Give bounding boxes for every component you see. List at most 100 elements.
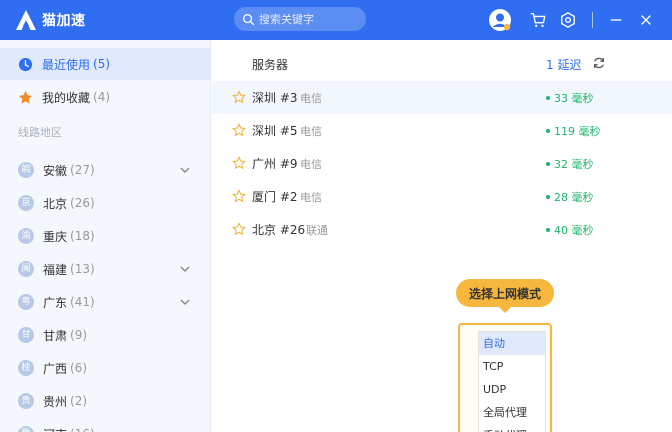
sidebar-item-region[interactable]: 甘甘肃 (9) xyxy=(0,319,210,351)
sidebar-item-region[interactable]: 粤广东 (41) xyxy=(0,286,210,318)
mode-tooltip: 选择上网模式 xyxy=(456,279,554,313)
chevron-down-icon[interactable] xyxy=(178,262,192,276)
sidebar-item-count: (18) xyxy=(70,229,95,243)
minimize-icon xyxy=(610,19,622,21)
sidebar-item-recent[interactable]: 最近使用 (5) xyxy=(0,48,210,80)
chevron-down-icon[interactable] xyxy=(178,427,192,432)
server-row[interactable]: 深圳 #5 电信 119 毫秒 xyxy=(212,114,672,147)
settings-button[interactable] xyxy=(556,8,580,32)
region-section-header: 线路地区 xyxy=(18,126,62,139)
sidebar-item-count: (26) xyxy=(70,196,95,210)
province-badge-icon: 皖 xyxy=(18,162,34,178)
sidebar-item-label: 河南 xyxy=(43,426,67,432)
province-badge-icon: 甘 xyxy=(18,327,34,343)
region-sidebar: 最近使用 (5) 我的收藏 (4) 线路地区 皖安徽 (27) 京北京 (26) 渝重庆… xyxy=(0,40,211,432)
status-dot-icon xyxy=(546,95,550,100)
star-filled-icon xyxy=(18,90,33,105)
sidebar-item-label: 我的收藏 xyxy=(42,90,91,105)
sort-by-latency-button[interactable]: 1 延迟 xyxy=(546,56,581,73)
user-avatar-icon xyxy=(489,9,511,31)
column-header-server: 服务器 xyxy=(252,58,289,72)
sidebar-item-label: 广西 xyxy=(43,361,68,376)
close-button[interactable] xyxy=(634,8,658,32)
mode-option[interactable]: 手动代理 xyxy=(479,424,545,432)
server-isp: 联通 xyxy=(306,223,328,237)
gear-icon xyxy=(561,12,575,28)
minimize-button[interactable] xyxy=(604,8,628,32)
server-name: 北京 #26 xyxy=(252,223,306,237)
sidebar-item-label: 北京 xyxy=(43,196,68,211)
server-latency: 28 毫秒 xyxy=(546,189,594,205)
sidebar-item-label: 福建 xyxy=(43,262,68,277)
province-badge-icon: 粤 xyxy=(18,294,34,310)
chevron-down-icon[interactable] xyxy=(178,295,192,309)
sidebar-item-count: (5) xyxy=(93,57,111,71)
status-dot-icon xyxy=(546,128,550,133)
cart-icon xyxy=(530,13,546,28)
sidebar-item-count: (9) xyxy=(70,328,88,342)
server-row[interactable]: 北京 #26 联通 40 毫秒 xyxy=(212,213,672,246)
server-row[interactable]: 厦门 #2 电信 28 毫秒 xyxy=(212,180,672,213)
server-row[interactable]: 广州 #9 电信 32 毫秒 xyxy=(212,147,672,180)
logo-icon xyxy=(16,10,36,30)
close-icon xyxy=(641,15,651,25)
province-badge-icon: 京 xyxy=(18,195,34,211)
app-logo: 猫加速 xyxy=(14,8,86,32)
sidebar-item-label: 甘肃 xyxy=(43,328,68,343)
sidebar-item-region[interactable]: 京北京 (26) xyxy=(0,187,210,219)
refresh-icon[interactable] xyxy=(592,56,606,70)
star-outline-icon[interactable] xyxy=(232,156,246,170)
search-input[interactable] xyxy=(259,12,359,26)
sidebar-item-region[interactable]: 贵贵州 (2) xyxy=(0,385,210,417)
latency-value: 33 毫秒 xyxy=(554,91,594,105)
chevron-down-icon[interactable] xyxy=(178,163,192,177)
server-latency: 32 毫秒 xyxy=(546,156,594,172)
sidebar-item-favorites[interactable]: 我的收藏 (4) xyxy=(0,81,210,113)
mode-option-list: 自动TCPUDP全局代理手动代理 xyxy=(478,331,546,432)
server-isp: 电信 xyxy=(300,124,322,138)
mode-option[interactable]: 全局代理 xyxy=(479,401,545,424)
status-dot-icon xyxy=(546,227,550,232)
sidebar-item-count: (13) xyxy=(70,262,95,276)
star-outline-icon[interactable] xyxy=(232,123,246,137)
latency-value: 28 毫秒 xyxy=(554,190,594,204)
sidebar-item-count: (4) xyxy=(93,90,111,104)
server-list-panel: 服务器 1 延迟 深圳 #3 电信 33 毫秒 深圳 #5 电信 119 毫秒 广州 #9 电… xyxy=(212,40,672,432)
app-name: 猫加速 xyxy=(42,13,86,29)
sidebar-item-region[interactable]: 渝重庆 (18) xyxy=(0,220,210,252)
sidebar-item-region[interactable]: 闽福建 (13) xyxy=(0,253,210,285)
latency-value: 40 毫秒 xyxy=(554,223,594,237)
server-latency: 40 毫秒 xyxy=(546,222,594,238)
latency-value: 119 毫秒 xyxy=(554,124,601,138)
header-divider xyxy=(592,12,593,28)
server-name: 厦门 #2 xyxy=(252,190,298,204)
status-dot-icon xyxy=(546,194,550,199)
sidebar-item-region[interactable]: 豫 河南(16) xyxy=(0,418,210,432)
star-outline-icon[interactable] xyxy=(232,90,246,104)
user-avatar[interactable] xyxy=(488,8,512,32)
server-isp: 电信 xyxy=(300,190,322,204)
sidebar-item-region[interactable]: 桂广西 (6) xyxy=(0,352,210,384)
clock-icon xyxy=(18,57,33,72)
sidebar-item-count: (16) xyxy=(70,427,95,432)
sidebar-item-label: 贵州 xyxy=(43,394,68,409)
sidebar-item-label: 安徽 xyxy=(43,163,68,178)
server-isp: 电信 xyxy=(300,157,322,171)
province-badge-icon: 闽 xyxy=(18,261,34,277)
mode-option[interactable]: 自动 xyxy=(479,332,545,355)
star-outline-icon[interactable] xyxy=(232,189,246,203)
sidebar-item-count: (27) xyxy=(70,163,95,177)
sidebar-item-label: 广东 xyxy=(43,295,68,310)
server-name: 深圳 #3 xyxy=(252,91,298,105)
server-name: 广州 #9 xyxy=(252,157,298,171)
mode-option[interactable]: TCP xyxy=(479,355,545,378)
mode-option[interactable]: UDP xyxy=(479,378,545,401)
sidebar-item-region[interactable]: 皖安徽 (27) xyxy=(0,154,210,186)
search-icon xyxy=(243,13,255,25)
server-row[interactable]: 深圳 #3 电信 33 毫秒 xyxy=(212,81,672,114)
sidebar-item-label: 最近使用 xyxy=(42,57,91,72)
cart-button[interactable] xyxy=(526,8,550,32)
search-box[interactable] xyxy=(234,7,366,31)
star-outline-icon[interactable] xyxy=(232,222,246,236)
server-latency: 33 毫秒 xyxy=(546,90,594,106)
